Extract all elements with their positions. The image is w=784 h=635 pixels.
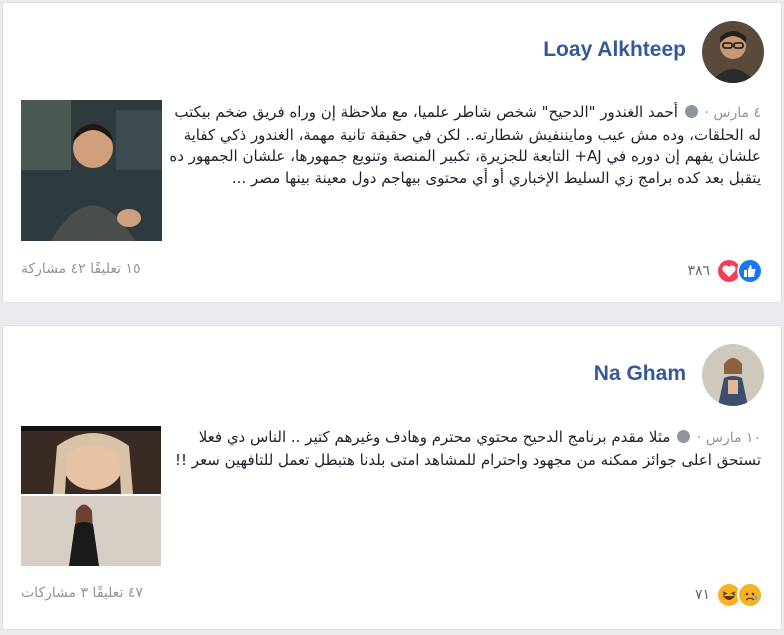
post-author[interactable]: Loay Alkhteep (543, 38, 686, 62)
post-photo[interactable] (21, 100, 162, 241)
globe-icon (677, 430, 691, 443)
reactions-summary[interactable]: ٣٨٦ (687, 258, 763, 284)
reaction-count: ٣٨٦ (687, 263, 710, 279)
post-timestamp[interactable]: ٤ مارس · (705, 105, 762, 121)
avatar[interactable] (702, 21, 764, 83)
reaction-count: ٧١ (694, 587, 710, 603)
post-card: Na Gham ١٠ مارس · مثلا مقدم برنامج الدحي… (2, 325, 782, 630)
sad-icon (737, 582, 763, 608)
avatar[interactable] (702, 344, 764, 406)
like-icon (737, 258, 763, 284)
comments-shares-count[interactable]: ٤٧ تعليقًا ٣ مشاركات (21, 585, 143, 601)
post-author[interactable]: Na Gham (594, 362, 686, 386)
post-timestamp[interactable]: ١٠ مارس · (697, 430, 761, 446)
comments-shares-count[interactable]: ١٥ تعليقًا ٤٢ مشاركة (21, 261, 141, 277)
post-photo-collage[interactable] (21, 426, 161, 566)
post-card: Loay Alkhteep ٤ مارس · أحمد الغندور "الد… (2, 2, 782, 303)
post-text: ١٠ مارس · مثلا مقدم برنامج الدحيح محتوي … (171, 427, 761, 471)
globe-icon (684, 105, 698, 118)
post-body: مثلا مقدم برنامج الدحيح محتوي محترم وهاد… (174, 428, 761, 469)
post-text: ٤ مارس · أحمد الغندور "الدحيح" شخص شاطر … (161, 102, 761, 189)
post-body: أحمد الغندور "الدحيح" شخص شاطر علميا، مع… (169, 103, 761, 187)
reactions-summary[interactable]: ٧١ (695, 582, 763, 608)
